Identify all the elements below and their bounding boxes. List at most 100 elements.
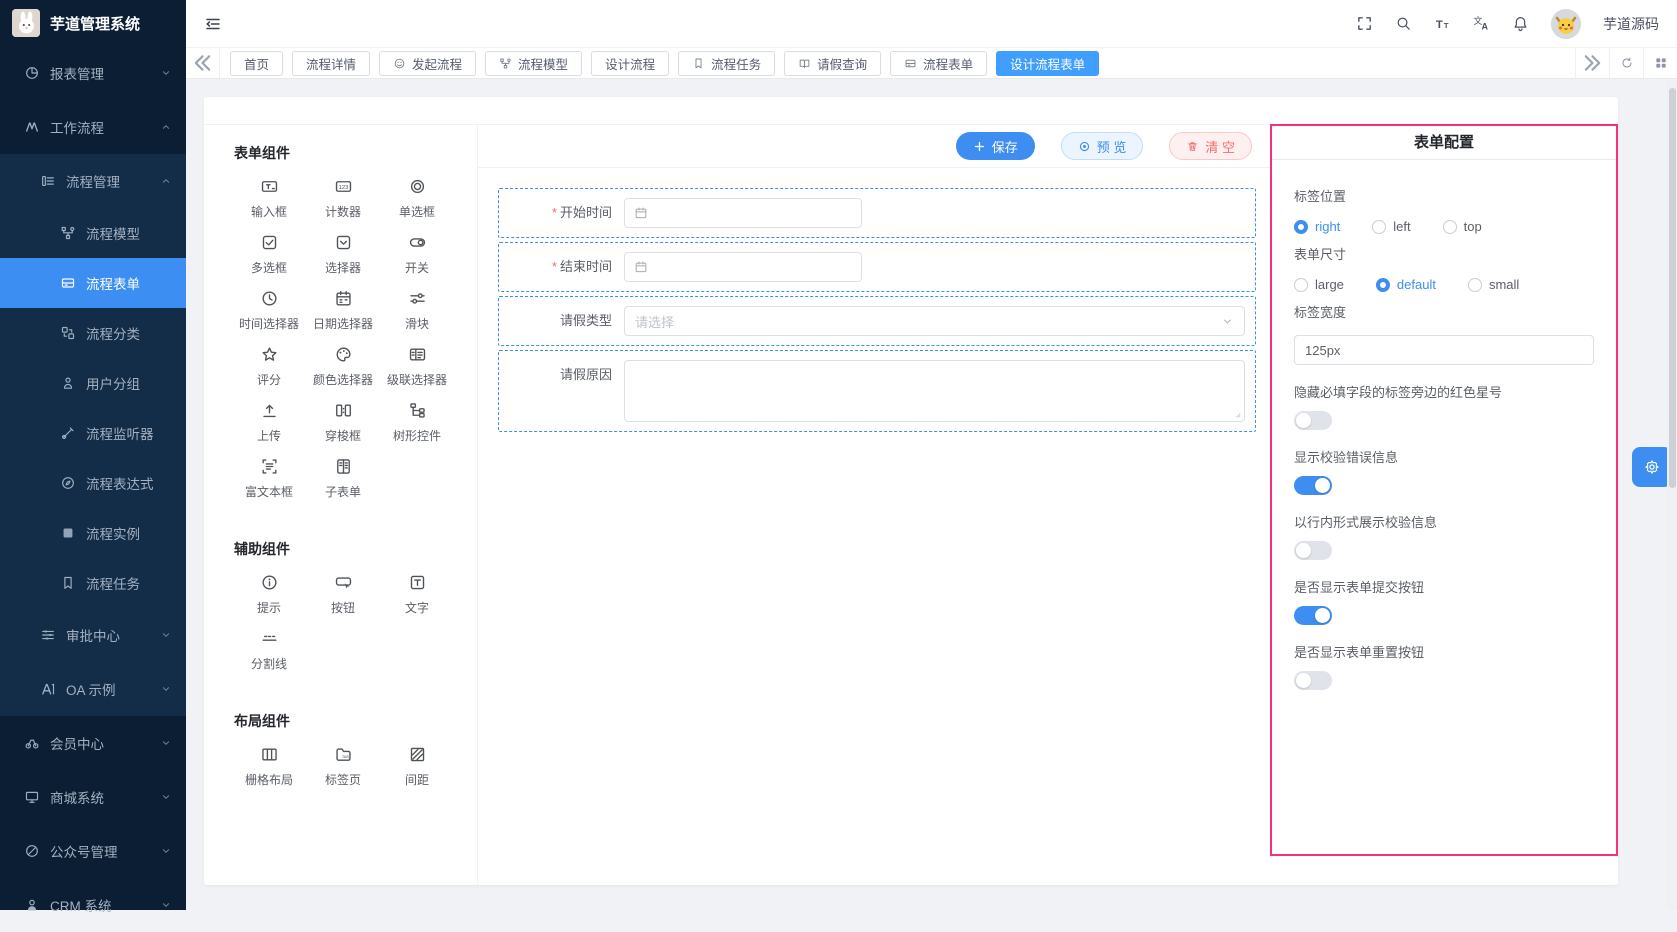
- nav-tab[interactable]: 流程详情: [292, 51, 370, 76]
- settings-drawer-button[interactable]: [1632, 447, 1672, 487]
- sidebar-item[interactable]: 公众号管理: [0, 824, 186, 878]
- sidebar-item[interactable]: 商城系统: [0, 770, 186, 824]
- form-component-item[interactable]: 123 计数器: [306, 177, 380, 220]
- component-label: 滑块: [405, 315, 429, 332]
- form-component-item[interactable]: 多选框: [232, 233, 306, 276]
- refresh-icon[interactable]: [1609, 48, 1643, 78]
- comp-select-icon: [334, 233, 353, 252]
- toggle-switch[interactable]: [1294, 541, 1332, 560]
- radio-option[interactable]: small: [1468, 277, 1519, 292]
- sidebar-item[interactable]: CRM 系统: [0, 878, 186, 932]
- form-component-item[interactable]: 输入框: [232, 177, 306, 220]
- form-component-item[interactable]: 评分: [232, 345, 306, 388]
- form-component-item[interactable]: 级联选择器: [380, 345, 454, 388]
- label-width-input[interactable]: 125px: [1294, 335, 1594, 365]
- oa-icon: [40, 681, 56, 697]
- form-component-item[interactable]: 子表单: [306, 457, 380, 500]
- search-icon[interactable]: [1395, 15, 1412, 32]
- approval-icon: [40, 627, 56, 643]
- form-component-item[interactable]: 分割线: [232, 629, 306, 672]
- form-component-item[interactable]: 按钮: [306, 573, 380, 616]
- form-component-item[interactable]: 间距: [380, 745, 454, 788]
- fullscreen-icon[interactable]: [1356, 15, 1373, 32]
- clear-button[interactable]: 清 空: [1169, 132, 1252, 160]
- bell-icon[interactable]: [1512, 15, 1529, 32]
- menu-fold-icon[interactable]: [204, 15, 222, 33]
- form-component-item[interactable]: 富文本框: [232, 457, 306, 500]
- tabs-scroll-right-icon[interactable]: [1575, 48, 1609, 78]
- user-name[interactable]: 芋道源码: [1603, 14, 1659, 34]
- radio-option[interactable]: large: [1294, 277, 1344, 292]
- nav-tab[interactable]: 发起流程: [379, 51, 476, 76]
- preview-icon: [1078, 140, 1091, 153]
- config-toggle-group: 隐藏必填字段的标签旁边的红色星号: [1294, 382, 1594, 430]
- form-component-item[interactable]: 选择器: [306, 233, 380, 276]
- nav-tab[interactable]: 流程模型: [485, 51, 582, 76]
- radio-option[interactable]: right: [1294, 219, 1340, 234]
- nav-tab[interactable]: 流程表单: [890, 51, 987, 76]
- toggle-switch[interactable]: [1294, 606, 1332, 625]
- form-field-start-time[interactable]: *开始时间: [498, 188, 1256, 238]
- resize-handle-icon[interactable]: [1232, 409, 1242, 419]
- main-area: TT 文A 芋道源码 首页 流程详情 发起流程 流程模型 设计流程 流程任务 请…: [186, 0, 1677, 910]
- textarea-input[interactable]: [624, 360, 1245, 422]
- form-component-item[interactable]: 上传: [232, 401, 306, 444]
- form-field-leave-type[interactable]: 请假类型 请选择: [498, 296, 1256, 346]
- sidebar-item[interactable]: 工作流程: [0, 100, 186, 154]
- sidebar-subitem[interactable]: 用户分组: [0, 358, 186, 408]
- form-component-item[interactable]: 穿梭框: [306, 401, 380, 444]
- translate-icon[interactable]: 文A: [1473, 15, 1490, 32]
- form-field-end-time[interactable]: *结束时间: [498, 242, 1256, 292]
- page-scrollbar[interactable]: [1667, 80, 1677, 910]
- sidebar-subitem[interactable]: 流程表达式: [0, 458, 186, 508]
- nav-tab[interactable]: 设计流程表单: [996, 51, 1099, 76]
- toggle-switch[interactable]: [1294, 476, 1332, 495]
- sidebar-subitem[interactable]: 流程监听器: [0, 408, 186, 458]
- comp-radio-icon: [408, 177, 427, 196]
- nav-tab[interactable]: 流程任务: [678, 51, 775, 76]
- form-component-item[interactable]: 文字: [380, 573, 454, 616]
- form-component-item[interactable]: 单选框: [380, 177, 454, 220]
- comp-grid-icon: [260, 745, 279, 764]
- sidebar-subitem[interactable]: 流程表单: [0, 258, 186, 308]
- form-component-item[interactable]: 栅格布局: [232, 745, 306, 788]
- form-field-leave-reason[interactable]: 请假原因: [498, 350, 1256, 432]
- radio-option[interactable]: top: [1443, 219, 1482, 234]
- font-size-icon[interactable]: TT: [1434, 15, 1451, 32]
- form-component-item[interactable]: 树形控件: [380, 401, 454, 444]
- radio-option[interactable]: left: [1372, 219, 1410, 234]
- date-input[interactable]: [624, 198, 862, 228]
- sidebar-subitem[interactable]: 流程模型: [0, 208, 186, 258]
- form-component-item[interactable]: TAB 标签页: [306, 745, 380, 788]
- radio-option[interactable]: default: [1376, 277, 1436, 292]
- preview-button[interactable]: 预 览: [1061, 132, 1144, 160]
- user-avatar[interactable]: [1551, 9, 1581, 39]
- form-component-item[interactable]: 颜色选择器: [306, 345, 380, 388]
- scrollbar-thumb[interactable]: [1669, 88, 1676, 488]
- sidebar-group-item[interactable]: 审批中心: [0, 608, 186, 662]
- toggle-switch[interactable]: [1294, 671, 1332, 690]
- form-component-item[interactable]: 开关: [380, 233, 454, 276]
- tabs-scroll-left-icon[interactable]: [186, 48, 220, 78]
- date-input[interactable]: [624, 252, 862, 282]
- nav-tab[interactable]: 首页: [230, 51, 283, 76]
- nav-tab[interactable]: 设计流程: [591, 51, 669, 76]
- form-component-item[interactable]: 时间选择器: [232, 289, 306, 332]
- sidebar-group-item[interactable]: 流程管理: [0, 154, 186, 208]
- toggle-switch[interactable]: [1294, 411, 1332, 430]
- sidebar-subitem[interactable]: 流程任务: [0, 558, 186, 608]
- form-component-item[interactable]: 滑块: [380, 289, 454, 332]
- sidebar-item-label: 流程模型: [86, 223, 140, 243]
- select-input[interactable]: 请选择: [624, 306, 1245, 336]
- sidebar-item[interactable]: 会员中心: [0, 716, 186, 770]
- form-component-item[interactable]: 提示: [232, 573, 306, 616]
- layout-grid-icon[interactable]: [1643, 48, 1677, 78]
- form-component-item[interactable]: 日期选择器: [306, 289, 380, 332]
- sidebar-subitem[interactable]: 流程分类: [0, 308, 186, 358]
- nav-tab[interactable]: 请假查询: [784, 51, 881, 76]
- app-logo-row[interactable]: 芋道管理系统: [0, 0, 186, 46]
- sidebar-item[interactable]: 报表管理: [0, 46, 186, 100]
- sidebar-subitem[interactable]: 流程实例: [0, 508, 186, 558]
- sidebar-group-item[interactable]: OA 示例: [0, 662, 186, 716]
- save-button[interactable]: 保存: [956, 132, 1035, 160]
